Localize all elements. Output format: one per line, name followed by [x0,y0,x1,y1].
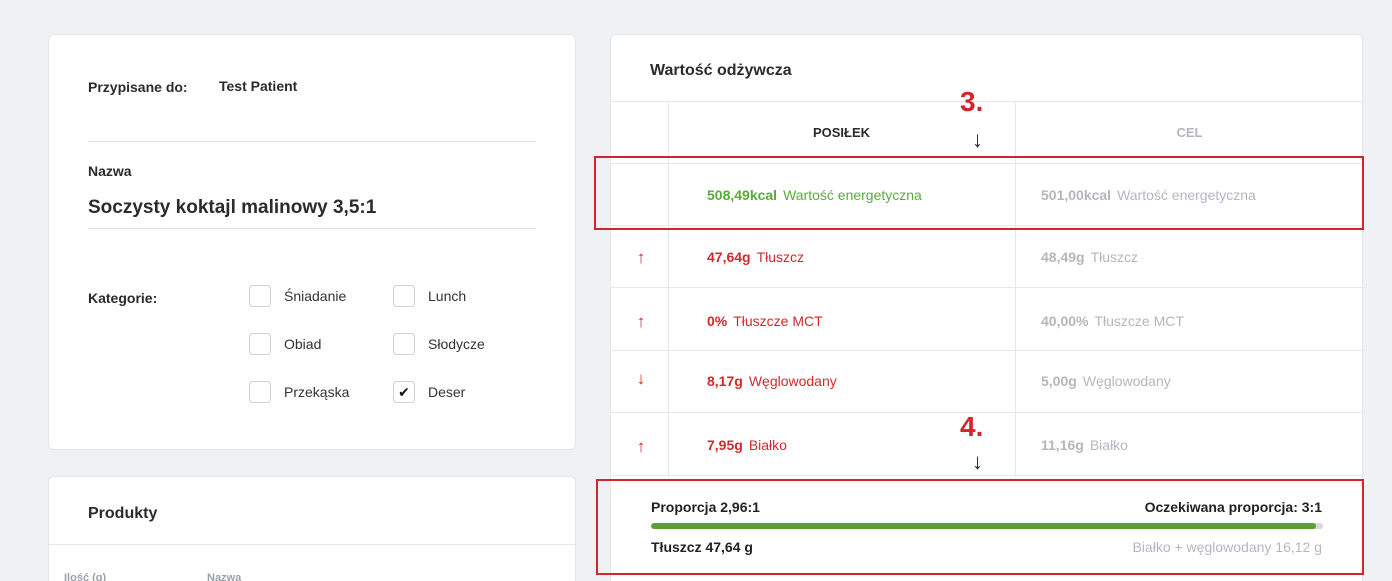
meal-value: 47,64g [707,249,751,265]
annotation-number-4: 4. [960,411,984,442]
divider [611,412,1362,413]
annotation-box-4 [596,479,1364,575]
divider [611,475,1362,476]
goal-label: Białko [1089,437,1128,453]
category-deser[interactable]: ✔ Deser [393,381,465,403]
goal-value: 40,00% [1041,313,1089,329]
arrow-up-icon: ↑ [636,248,646,267]
goal-fat-cell: 48,49g Tłuszcz [1041,247,1138,267]
products-title: Produkty [88,505,158,522]
category-label: Przekąska [284,384,350,400]
checkmark-icon: ✔ [398,383,410,400]
annotation-number-3: 3. [960,86,984,117]
meal-name-value[interactable]: Soczysty koktajl malinowy 3,5:1 [88,197,376,219]
category-label: Słodycze [428,336,485,352]
meal-label: Węglowodany [748,373,837,389]
checkbox[interactable] [393,333,415,355]
goal-value: 11,16g [1041,437,1084,453]
quantity-column-header: Ilość (g) [64,572,107,581]
goal-label: Węglowodany [1082,373,1171,389]
meal-column-header: POSIŁEK [812,125,871,140]
annotation-box-3 [594,156,1364,230]
category-label: Lunch [428,288,467,304]
goal-value: 48,49g [1041,249,1085,265]
category-sniadanie[interactable]: Śniadanie [249,285,346,307]
category-obiad[interactable]: Obiad [249,333,321,355]
divider [611,287,1362,288]
assigned-to-value: Test Patient [219,78,298,94]
arrow-down-icon: ↓ [972,449,983,474]
goal-value: 5,00g [1041,373,1077,389]
checkbox-checked[interactable]: ✔ [393,381,415,403]
checkbox[interactable] [249,285,271,307]
divider [611,101,1362,102]
products-card: Produkty Ilość (g) Nazwa [48,476,576,581]
divider [49,544,575,545]
meal-label: Tłuszcze MCT [733,313,823,329]
arrow-down-icon: ↓ [972,127,983,152]
checkbox[interactable] [249,381,271,403]
category-label: Deser [428,384,466,400]
divider [88,141,536,142]
goal-protein-cell: 11,16g Białko [1041,435,1128,455]
goal-mct-cell: 40,00% Tłuszcze MCT [1041,311,1184,331]
category-przekaska[interactable]: Przekąska [249,381,349,403]
meal-value: 8,17g [707,373,743,389]
meal-protein-cell: 7,95g Białko [707,435,787,455]
category-label: Obiad [284,336,322,352]
goal-carbs-cell: 5,00g Węglowodany [1041,371,1171,391]
meal-fat-cell: 47,64g Tłuszcz [707,247,804,267]
divider [611,350,1362,351]
meal-value: 0% [707,313,728,329]
meal-label: Tłuszcz [756,249,805,265]
goal-column-header: CEL [1176,125,1203,140]
category-label: Śniadanie [284,288,347,304]
goal-label: Tłuszcze MCT [1094,313,1184,329]
checkbox[interactable] [393,285,415,307]
meal-mct-cell: 0% Tłuszcze MCT [707,311,823,331]
name-column-header: Nazwa [207,572,242,581]
goal-label: Tłuszcz [1090,249,1139,265]
category-slodycze[interactable]: Słodycze [393,333,485,355]
checkbox[interactable] [249,333,271,355]
categories-label: Kategorie: [88,290,158,306]
arrow-up-icon: ↑ [636,312,646,331]
meal-label: Białko [748,437,787,453]
arrow-down-icon: ↓ [636,369,646,388]
meal-carbs-cell: 8,17g Węglowodany [707,371,837,391]
meal-info-card: Przypisane do: Test Patient Nazwa Soczys… [48,34,576,450]
meal-value: 7,95g [707,437,743,453]
divider [88,228,536,229]
name-label: Nazwa [88,163,132,179]
category-lunch[interactable]: Lunch [393,285,466,307]
assigned-to-label: Przypisane do: [88,79,188,95]
nutrition-title: Wartość odżywcza [650,62,792,79]
arrow-up-icon: ↑ [636,437,646,456]
